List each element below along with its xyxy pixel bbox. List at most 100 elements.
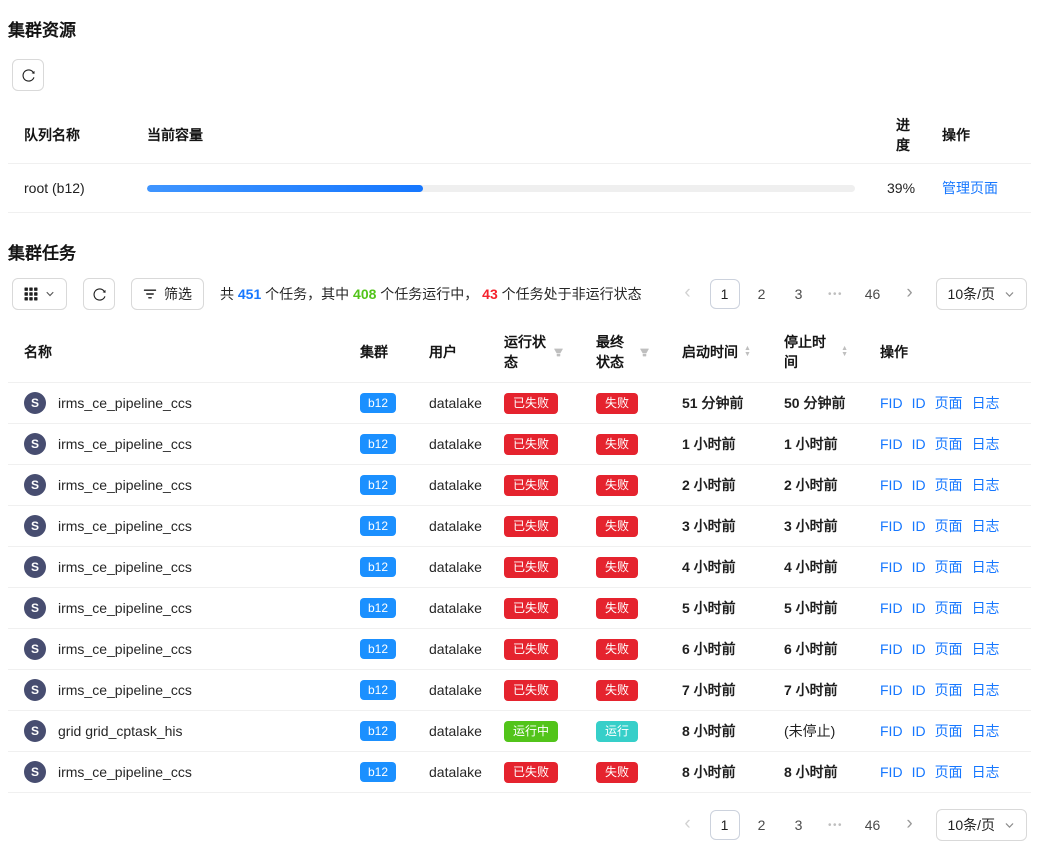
stop-time-sort-icon[interactable]: ▲▼ — [841, 346, 848, 358]
resources-header-capacity: 当前容量 — [131, 107, 871, 164]
page-link[interactable]: 页面 — [935, 475, 963, 495]
log-link[interactable]: 日志 — [972, 557, 1000, 577]
task-row: S irms_ce_pipeline_ccs b12 datalake 已失败 … — [8, 424, 1031, 465]
run-status-filter-icon[interactable] — [553, 347, 564, 358]
log-link[interactable]: 日志 — [972, 393, 1000, 413]
tasks-header-row: 名称 集群 用户 运行状态 最终状态 启动时间▲▼ 停止时间▲▼ 操作 — [8, 322, 1031, 383]
resources-header-queue: 队列名称 — [8, 107, 131, 164]
pagination-page-1[interactable]: 1 — [710, 810, 740, 840]
final-status-filter-icon[interactable] — [639, 347, 650, 358]
fid-link[interactable]: FID — [880, 395, 903, 411]
tasks-table: 名称 集群 用户 运行状态 最终状态 启动时间▲▼ 停止时间▲▼ 操作 — [8, 322, 1031, 793]
page-link[interactable]: 页面 — [935, 393, 963, 413]
cluster-tag: b12 — [360, 639, 396, 659]
pagination-page-3[interactable]: 3 — [784, 279, 814, 309]
log-link[interactable]: 日志 — [972, 639, 1000, 659]
pagination-ellipsis[interactable]: ••• — [821, 279, 851, 309]
stop-time: (未停止) — [784, 723, 835, 739]
log-link[interactable]: 日志 — [972, 516, 1000, 536]
task-row: S irms_ce_pipeline_ccs b12 datalake 已失败 … — [8, 465, 1031, 506]
pagination-bottom-row: ‹123•••46› 10条/页 — [12, 809, 1027, 841]
log-link[interactable]: 日志 — [972, 434, 1000, 454]
tasks-header-start-time-label: 启动时间 — [682, 342, 738, 362]
start-time: 6 小时前 — [682, 641, 736, 657]
fid-link[interactable]: FID — [880, 600, 903, 616]
page: 集群资源 队列名称 当前容量 进度 操作 root (b12) 39% — [0, 0, 1039, 861]
log-link[interactable]: 日志 — [972, 475, 1000, 495]
filter-lines-icon — [143, 287, 157, 301]
spark-avatar-icon: S — [24, 556, 46, 578]
id-link[interactable]: ID — [912, 559, 926, 575]
fid-link[interactable]: FID — [880, 723, 903, 739]
pagination-page-2[interactable]: 2 — [747, 810, 777, 840]
resources-table: 队列名称 当前容量 进度 操作 root (b12) 39% 管理页面 — [8, 107, 1031, 213]
manage-page-link[interactable]: 管理页面 — [942, 180, 998, 196]
log-link[interactable]: 日志 — [972, 762, 1000, 782]
page-link[interactable]: 页面 — [935, 680, 963, 700]
id-link[interactable]: ID — [912, 436, 926, 452]
fid-link[interactable]: FID — [880, 436, 903, 452]
id-link[interactable]: ID — [912, 477, 926, 493]
spark-avatar-icon: S — [24, 515, 46, 537]
log-link[interactable]: 日志 — [972, 680, 1000, 700]
start-time-sort-icon[interactable]: ▲▼ — [744, 346, 751, 358]
cluster-tag: b12 — [360, 680, 396, 700]
resources-refresh-button[interactable] — [12, 59, 44, 91]
page-link[interactable]: 页面 — [935, 434, 963, 454]
pagination-next[interactable]: › — [895, 810, 925, 840]
summary-text: 共 — [220, 286, 238, 302]
column-settings-button[interactable] — [12, 278, 67, 310]
pagination-page-2[interactable]: 2 — [747, 279, 777, 309]
task-row: S irms_ce_pipeline_ccs b12 datalake 已失败 … — [8, 547, 1031, 588]
task-name: irms_ce_pipeline_ccs — [58, 764, 192, 780]
id-link[interactable]: ID — [912, 682, 926, 698]
id-link[interactable]: ID — [912, 600, 926, 616]
task-name: irms_ce_pipeline_ccs — [58, 477, 192, 493]
chevron-down-icon — [1004, 289, 1015, 300]
pagination-page-46[interactable]: 46 — [858, 810, 888, 840]
tasks-refresh-button[interactable] — [83, 278, 115, 310]
pagination-page-3[interactable]: 3 — [784, 810, 814, 840]
log-link[interactable]: 日志 — [972, 721, 1000, 741]
fid-link[interactable]: FID — [880, 559, 903, 575]
page-size-value: 10条/页 — [948, 815, 995, 835]
tasks-header-start-time[interactable]: 启动时间 ▲▼ — [666, 322, 768, 383]
fid-link[interactable]: FID — [880, 764, 903, 780]
page-size-select[interactable]: 10条/页 — [936, 278, 1027, 310]
pagination-page-46[interactable]: 46 — [858, 279, 888, 309]
id-link[interactable]: ID — [912, 395, 926, 411]
page-size-select[interactable]: 10条/页 — [936, 809, 1027, 841]
tasks-header-final-status-label: 最终状态 — [596, 332, 633, 372]
tasks-header-cluster: 集群 — [344, 322, 413, 383]
page-link[interactable]: 页面 — [935, 762, 963, 782]
summary-text: 个任务，其中 — [261, 286, 353, 302]
fid-link[interactable]: FID — [880, 641, 903, 657]
page-link[interactable]: 页面 — [935, 598, 963, 618]
page-link[interactable]: 页面 — [935, 557, 963, 577]
summary-text: 个任务处于非运行状态 — [498, 286, 642, 302]
pagination-prev[interactable]: ‹ — [673, 279, 703, 309]
queue-name: root (b12) — [8, 164, 131, 213]
pagination-ellipsis[interactable]: ••• — [821, 810, 851, 840]
task-user: datalake — [429, 764, 482, 780]
filter-button[interactable]: 筛选 — [131, 278, 204, 310]
resources-header-progress: 进度 — [871, 107, 926, 164]
tasks-header-stop-time[interactable]: 停止时间▲▼ — [768, 322, 864, 383]
id-link[interactable]: ID — [912, 518, 926, 534]
fid-link[interactable]: FID — [880, 477, 903, 493]
pagination-prev[interactable]: ‹ — [673, 810, 703, 840]
id-link[interactable]: ID — [912, 641, 926, 657]
fid-link[interactable]: FID — [880, 682, 903, 698]
log-link[interactable]: 日志 — [972, 598, 1000, 618]
resources-title: 集群资源 — [8, 16, 1031, 41]
fid-link[interactable]: FID — [880, 518, 903, 534]
pagination-page-1[interactable]: 1 — [710, 279, 740, 309]
tasks-header-user: 用户 — [413, 322, 488, 383]
page-link[interactable]: 页面 — [935, 516, 963, 536]
page-link[interactable]: 页面 — [935, 639, 963, 659]
pagination-next[interactable]: › — [895, 279, 925, 309]
page-link[interactable]: 页面 — [935, 721, 963, 741]
id-link[interactable]: ID — [912, 723, 926, 739]
task-user: datalake — [429, 518, 482, 534]
id-link[interactable]: ID — [912, 764, 926, 780]
